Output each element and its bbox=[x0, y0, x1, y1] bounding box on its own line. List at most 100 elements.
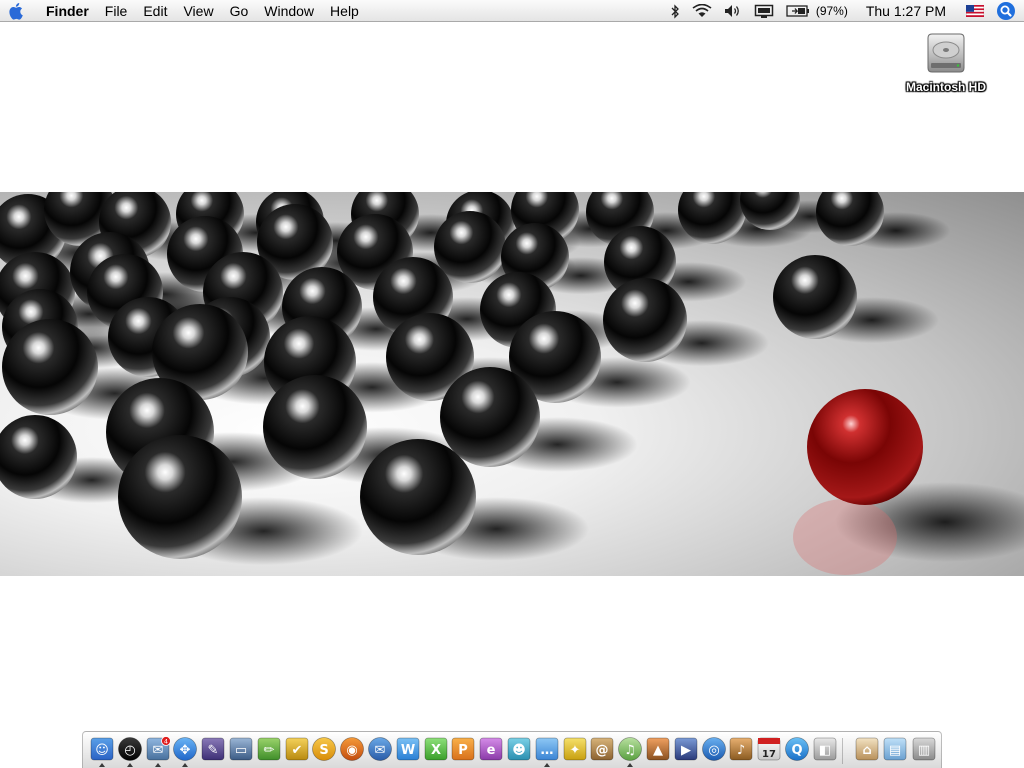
menu-window[interactable]: Window bbox=[256, 0, 322, 22]
svg-text:⌂: ⌂ bbox=[862, 743, 871, 758]
dock-item-pencil[interactable]: ✏ bbox=[256, 736, 282, 762]
dock-item-checkmark[interactable]: ✔ bbox=[284, 736, 310, 762]
svg-text:☺: ☺ bbox=[95, 743, 109, 758]
menu-extras: (97%) Thu 1:27 PM bbox=[664, 0, 1024, 22]
svg-text:Q: Q bbox=[791, 743, 802, 758]
dock-item-aim[interactable]: ✦ bbox=[562, 736, 588, 762]
red-sphere bbox=[807, 389, 923, 505]
dashboard-icon: ◴ bbox=[117, 737, 142, 761]
dock-item-messenger[interactable]: ☻ bbox=[506, 736, 532, 762]
dock-item-excel[interactable]: X bbox=[423, 736, 449, 762]
dock-item-applications-folder[interactable]: ▤ bbox=[882, 736, 908, 762]
dock-item-powerpoint[interactable]: P bbox=[450, 736, 476, 762]
svg-text:P: P bbox=[459, 743, 469, 758]
dock-item-itunes[interactable]: ♫ bbox=[617, 736, 643, 767]
dock-item-keynote[interactable]: ▭ bbox=[228, 736, 254, 762]
thunderbird-icon: ✉ bbox=[368, 737, 392, 761]
svg-text:▤: ▤ bbox=[889, 743, 901, 758]
menu-bar: Finder File Edit View Go Window Help (97… bbox=[0, 0, 1024, 22]
dock-item-word[interactable]: W bbox=[395, 736, 421, 762]
volume-menu[interactable] bbox=[718, 0, 748, 22]
firefox-icon: ◉ bbox=[340, 737, 365, 761]
svg-text:◎: ◎ bbox=[708, 743, 719, 758]
dock-item-address-book[interactable]: @ bbox=[589, 736, 615, 762]
aim-icon: ✦ bbox=[563, 737, 586, 761]
apple-menu-button[interactable] bbox=[0, 0, 34, 22]
desktop-icon-macintosh-hd[interactable]: Macintosh HD bbox=[896, 28, 996, 94]
dock-item-dashboard[interactable]: ◴ bbox=[117, 736, 143, 767]
display-menu[interactable] bbox=[748, 0, 780, 22]
svg-text:◉: ◉ bbox=[347, 743, 358, 758]
finder-icon: ☺ bbox=[90, 737, 114, 761]
svg-text:✉: ✉ bbox=[152, 743, 163, 758]
running-indicator bbox=[627, 763, 634, 767]
dock-item-quicktime[interactable]: Q bbox=[784, 736, 810, 762]
display-icon bbox=[754, 4, 774, 18]
dock-item-ical[interactable]: 17 bbox=[756, 736, 782, 762]
black-sphere bbox=[360, 439, 476, 555]
safari-icon: ✥ bbox=[173, 737, 198, 761]
black-sphere bbox=[263, 375, 367, 479]
dock-item-iphoto[interactable]: ▲ bbox=[645, 736, 671, 762]
running-indicator bbox=[182, 763, 189, 767]
svg-text:✦: ✦ bbox=[569, 743, 580, 758]
ichat-icon: … bbox=[535, 737, 559, 761]
desktop-icon-label: Macintosh HD bbox=[905, 80, 986, 94]
battery-icon bbox=[786, 5, 809, 17]
dock-item-finder[interactable]: ☺ bbox=[89, 736, 115, 767]
running-indicator bbox=[154, 763, 161, 767]
svg-text:S: S bbox=[320, 743, 329, 758]
dock-divider bbox=[841, 738, 843, 764]
svg-text:4: 4 bbox=[164, 738, 168, 746]
dock-item-firefox[interactable]: ◉ bbox=[339, 736, 365, 762]
dock-item-preview[interactable]: ◧ bbox=[812, 736, 838, 762]
dock-item-mail[interactable]: ✉ 4 bbox=[145, 736, 171, 767]
menu-go[interactable]: Go bbox=[222, 0, 257, 22]
svg-text:▭: ▭ bbox=[235, 743, 247, 758]
dock-item-thunderbird[interactable]: ✉ bbox=[367, 736, 393, 762]
idvd-icon: ◎ bbox=[701, 737, 726, 761]
dock-item-ichat[interactable]: … bbox=[534, 736, 560, 767]
menu-view[interactable]: View bbox=[175, 0, 221, 22]
dock-item-skype[interactable]: S bbox=[311, 736, 337, 762]
menu-edit[interactable]: Edit bbox=[135, 0, 175, 22]
svg-text:…: … bbox=[540, 743, 553, 758]
svg-text:X: X bbox=[431, 743, 441, 758]
menu-help[interactable]: Help bbox=[322, 0, 367, 22]
svg-text:◴: ◴ bbox=[124, 743, 135, 758]
preview-icon: ◧ bbox=[813, 737, 837, 761]
svg-text:e: e bbox=[487, 743, 496, 758]
wifi-icon bbox=[692, 4, 712, 17]
powerpoint-icon: P bbox=[451, 737, 475, 761]
spotlight-button[interactable] bbox=[990, 0, 1024, 22]
svg-text:✉: ✉ bbox=[375, 743, 386, 758]
menu-finder[interactable]: Finder bbox=[34, 0, 97, 22]
script-editor-icon: ✎ bbox=[201, 737, 225, 761]
quicktime-icon: Q bbox=[785, 737, 809, 761]
bluetooth-menu[interactable] bbox=[664, 0, 686, 22]
dock-item-garageband[interactable]: ♪ bbox=[728, 736, 754, 762]
dock-item-idvd[interactable]: ◎ bbox=[701, 736, 727, 762]
running-indicator bbox=[99, 763, 105, 767]
dock-item-imovie[interactable]: ▶ bbox=[673, 736, 699, 762]
svg-text:✎: ✎ bbox=[208, 743, 219, 758]
black-sphere bbox=[603, 278, 687, 362]
input-menu[interactable] bbox=[960, 0, 990, 22]
dock-item-trash[interactable]: ▥ bbox=[911, 736, 937, 762]
battery-percentage[interactable]: (97%) bbox=[816, 0, 856, 22]
menu-clock[interactable]: Thu 1:27 PM bbox=[856, 0, 960, 22]
mail-icon: ✉4 bbox=[146, 736, 171, 761]
dock-item-entourage[interactable]: e bbox=[478, 736, 504, 762]
svg-text:@: @ bbox=[596, 743, 609, 758]
dock-item-home-folder[interactable]: ⌂ bbox=[854, 736, 880, 762]
wifi-menu[interactable] bbox=[686, 0, 718, 22]
us-flag-icon bbox=[966, 5, 984, 17]
keynote-icon: ▭ bbox=[229, 737, 253, 761]
dock-item-script-editor[interactable]: ✎ bbox=[200, 736, 226, 762]
address-book-icon: @ bbox=[590, 737, 614, 761]
menu-file[interactable]: File bbox=[97, 0, 136, 22]
black-sphere bbox=[773, 255, 857, 339]
dock-item-safari[interactable]: ✥ bbox=[172, 736, 198, 767]
battery-menu[interactable] bbox=[780, 0, 816, 22]
word-icon: W bbox=[396, 737, 420, 761]
